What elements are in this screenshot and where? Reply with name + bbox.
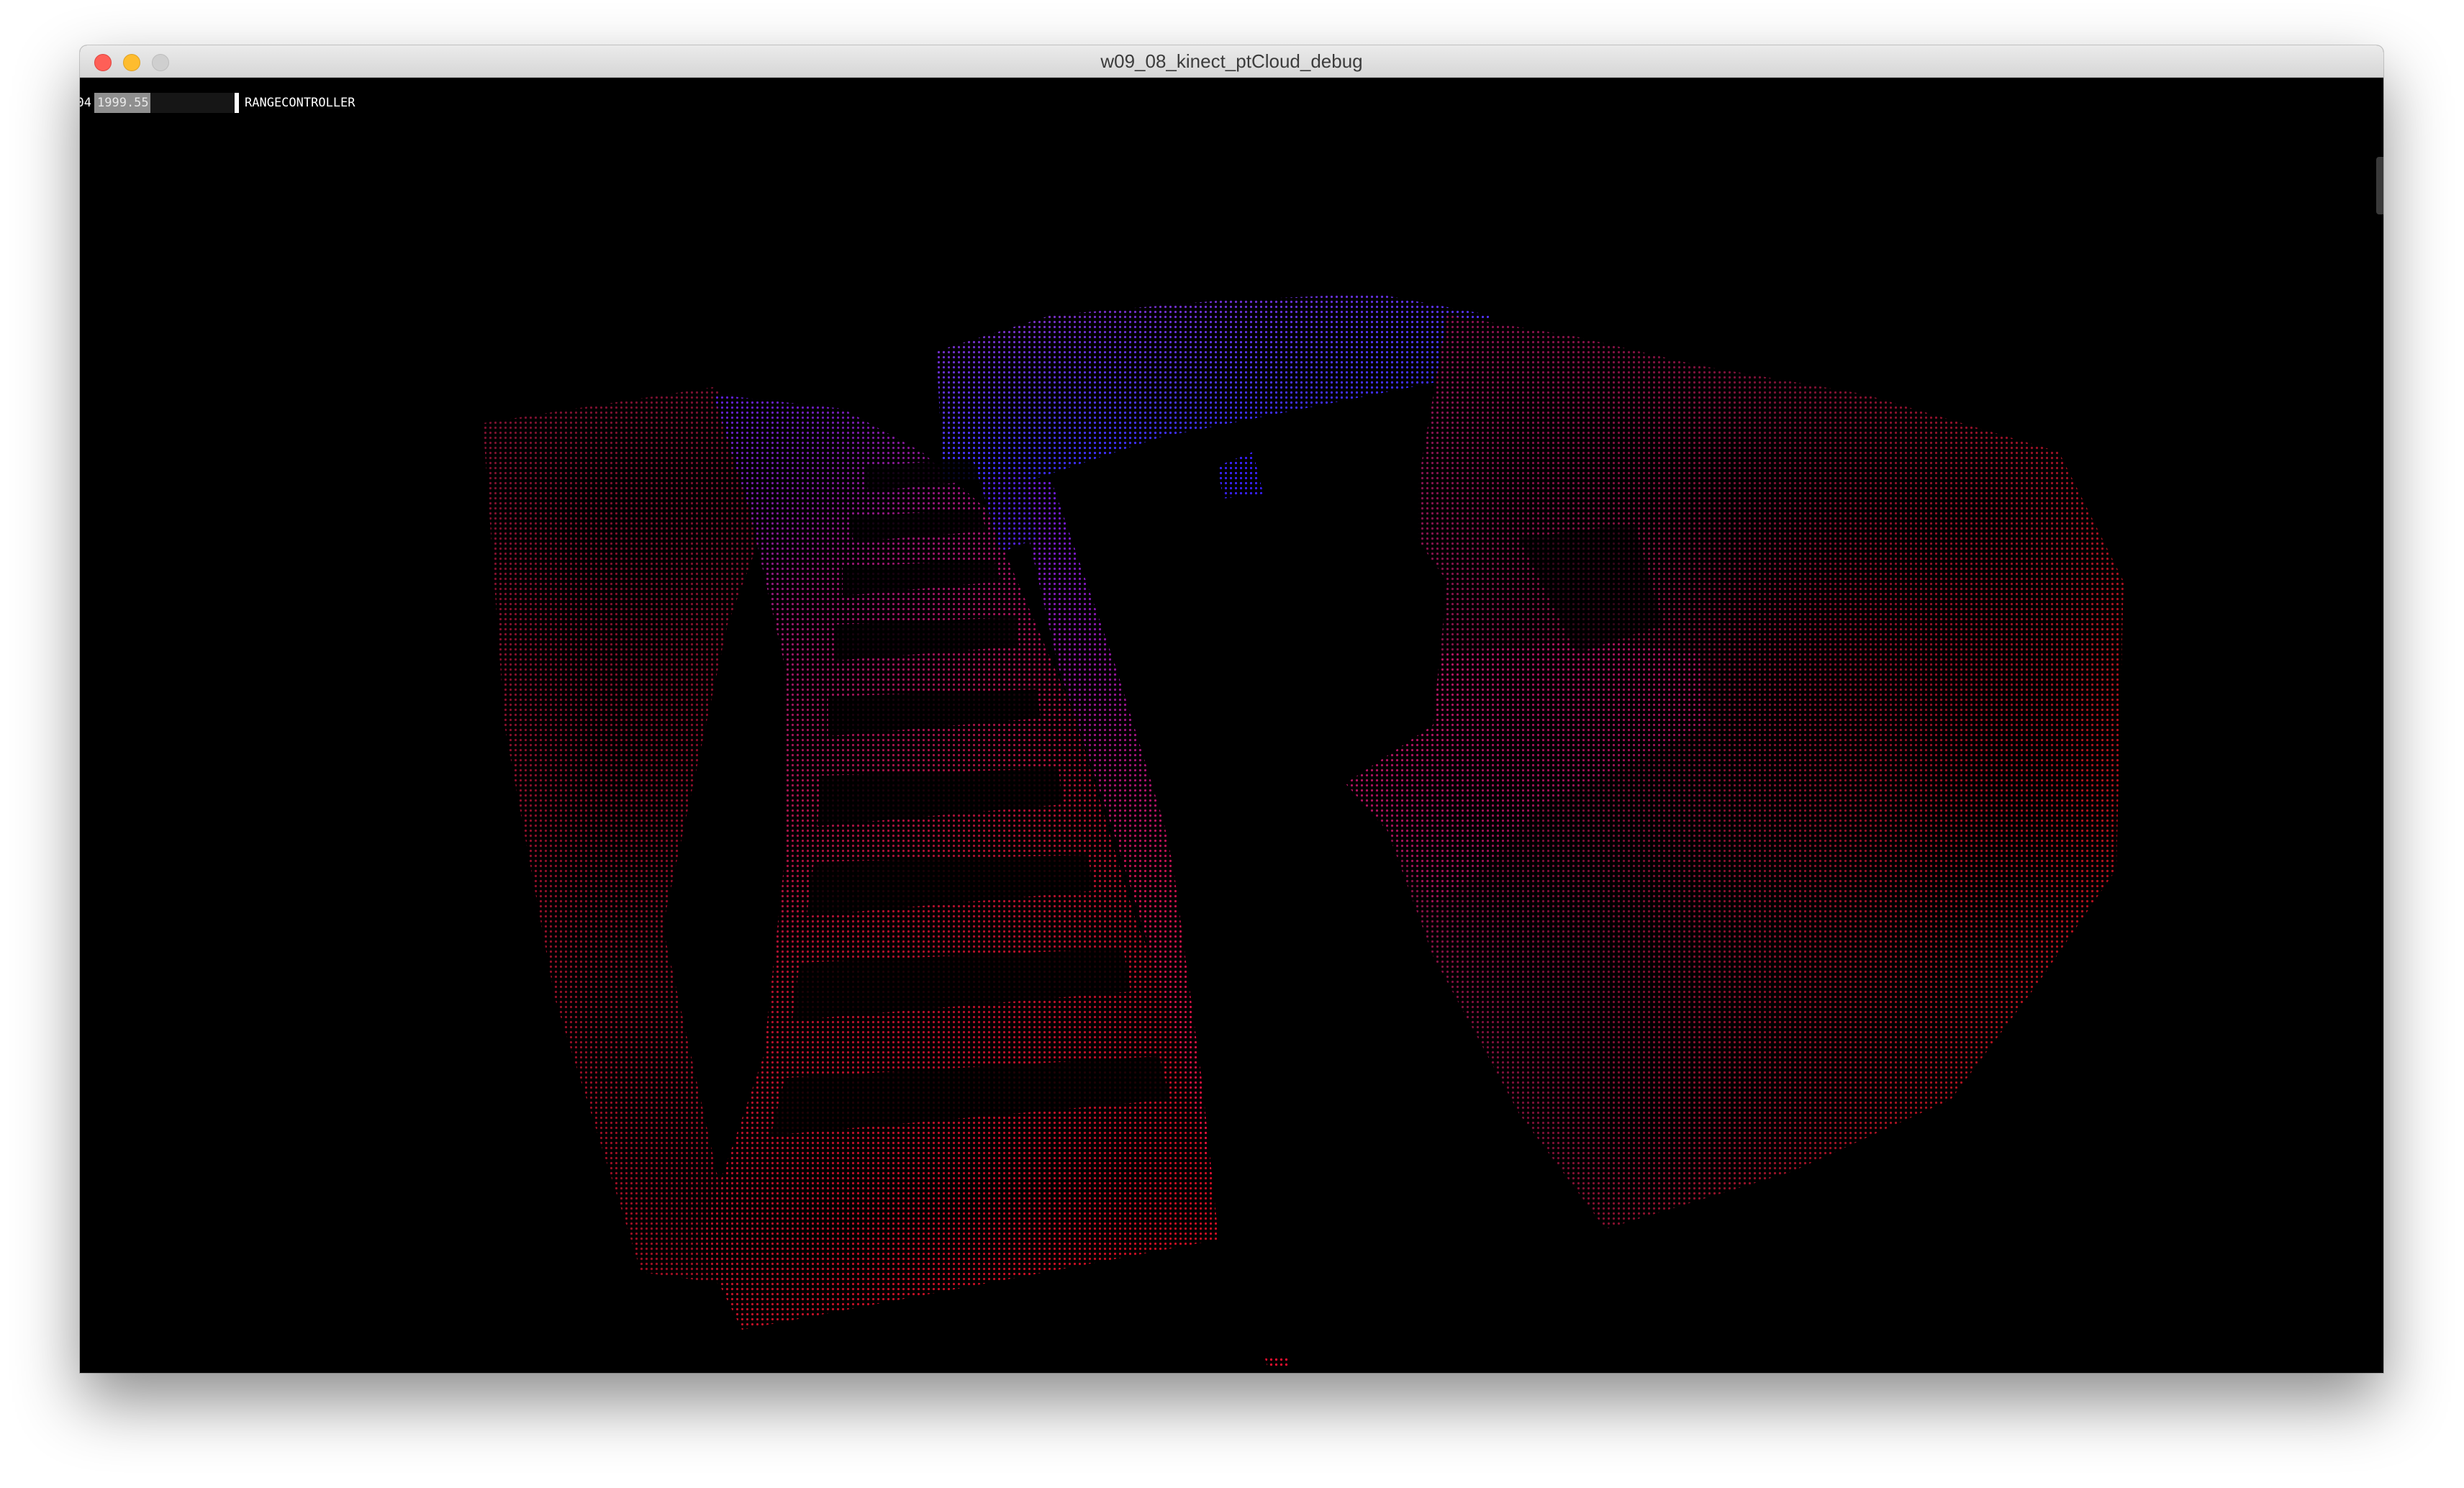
range-controller-label: RANGECONTROLLER: [245, 96, 355, 110]
point-cloud-canvas[interactable]: 1999.55 4299.04 RANGECONTROLLER: [80, 78, 2383, 1373]
title-bar[interactable]: w09_08_kinect_ptCloud_debug: [80, 45, 2383, 78]
range-high-value: 4299.04: [80, 96, 91, 110]
point-cloud-render: [483, 294, 2124, 1366]
app-window: w09_08_kinect_ptCloud_debug 1999.55 04 R…: [80, 45, 2383, 1373]
range-low-value: 1999.55: [97, 96, 149, 110]
range-handle[interactable]: [235, 93, 239, 113]
scroll-handle[interactable]: [2376, 157, 2383, 214]
window-title: w09_08_kinect_ptCloud_debug: [1100, 50, 1363, 72]
